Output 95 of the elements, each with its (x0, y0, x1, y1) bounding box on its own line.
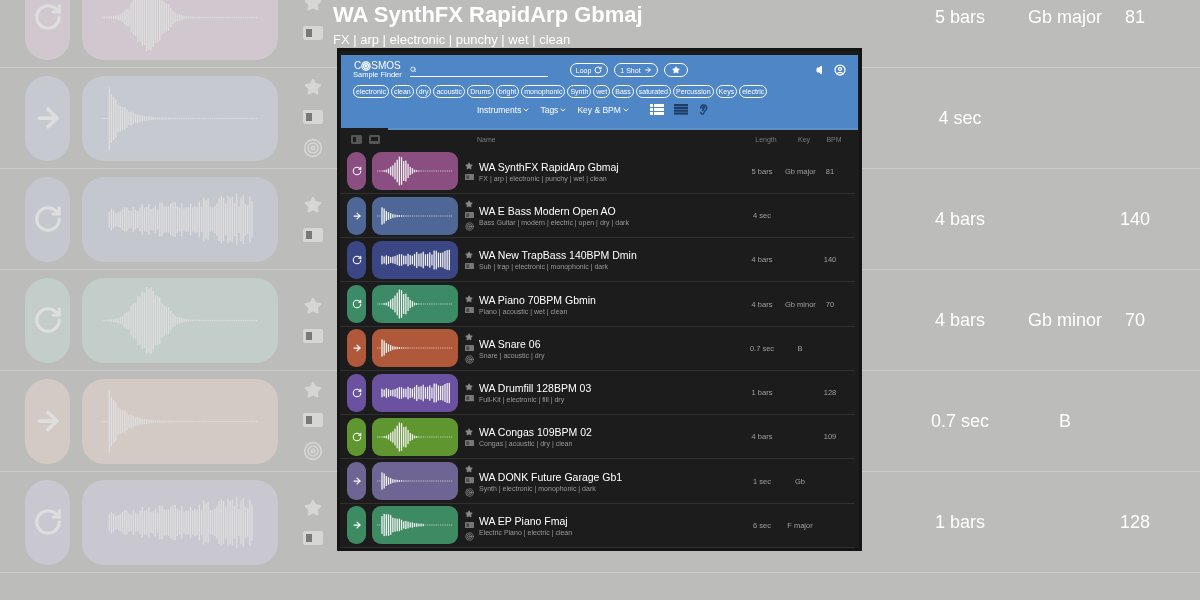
sample-name: WA New TrapBass 140BPM Dmin (479, 249, 638, 262)
loop-icon (351, 387, 362, 398)
card-icon (302, 413, 323, 427)
card-icon (302, 531, 323, 545)
star-icon (303, 0, 322, 12)
length-cell-text: 5 bars (934, 6, 986, 28)
arrow-icon (351, 520, 362, 531)
card-icon (464, 344, 474, 351)
sample-name: WA Snare 06 (479, 337, 542, 350)
star-icon (303, 297, 322, 315)
play-button[interactable] (347, 196, 366, 235)
star-icon (671, 66, 680, 74)
logo-text: SMOS (371, 61, 401, 71)
play-button[interactable] (347, 240, 366, 279)
star-icon (303, 381, 322, 399)
star-icon[interactable] (465, 427, 473, 436)
list-view-icon[interactable] (649, 104, 664, 115)
star-icon[interactable] (465, 383, 473, 392)
length-cell-text: 4 bars (934, 309, 986, 331)
filter-dropdown[interactable]: Instruments (477, 104, 531, 115)
card-icon (464, 262, 474, 269)
length-cell-text: 1 bars (934, 511, 986, 533)
arrow-icon (351, 476, 362, 487)
ear-icon[interactable] (697, 104, 709, 115)
loop-icon (594, 66, 603, 74)
arrow-icon (351, 210, 362, 221)
card-icon (464, 521, 474, 528)
play-button[interactable] (347, 373, 366, 412)
sample-name: WA Piano 70BPM Gbmin (479, 293, 597, 306)
card-icon (302, 110, 323, 124)
target-icon[interactable] (464, 222, 474, 232)
length-cell-text: 4 sec (937, 107, 983, 129)
star-icon[interactable] (465, 332, 473, 341)
card-icon (464, 477, 474, 484)
sample-tags: FX | arp | electronic | punchy | wet | clean (333, 31, 905, 47)
key-cell-text: B (1058, 410, 1072, 432)
filter-dropdown[interactable]: Tags (540, 104, 568, 115)
search-icon (409, 66, 417, 73)
sample-name: WA E Bass Modern Open AO (479, 205, 617, 217)
length-cell-text: 4 bars (934, 208, 986, 230)
target-icon (302, 138, 323, 158)
loop-icon (351, 299, 362, 310)
compact-view-icon[interactable] (673, 104, 688, 115)
card-icon (302, 329, 323, 343)
star-icon (303, 499, 322, 517)
play-button[interactable] (347, 462, 366, 501)
card-icon (464, 439, 474, 446)
loop-icon (351, 431, 362, 442)
target-icon[interactable] (464, 532, 474, 541)
bpm-cell-text: 140 (1118, 208, 1151, 230)
loop-icon (32, 305, 63, 335)
play-button[interactable] (347, 285, 366, 324)
key-cell-text: Gb major (1027, 6, 1103, 28)
star-icon[interactable] (465, 250, 473, 259)
star-icon[interactable] (465, 199, 473, 208)
logo-text: C (354, 61, 362, 71)
loop-icon (351, 254, 362, 265)
filter-dropdown[interactable]: Key & BPM (577, 104, 630, 115)
play-button[interactable] (347, 417, 366, 456)
card-icon (302, 228, 323, 242)
bpm-cell-text: 70 (1124, 309, 1146, 331)
card-icon (302, 26, 323, 40)
sample-name: WA Congas 109BPM 02 (479, 426, 593, 439)
target-icon[interactable] (464, 354, 474, 364)
star-icon[interactable] (465, 294, 473, 303)
arrow-icon (351, 343, 362, 354)
sample-name: WA SynthFX RapidArp Gbmaj (479, 160, 620, 173)
length-cell-text: 0.7 sec (929, 410, 990, 432)
key-cell-text: Gb minor (1027, 309, 1103, 331)
arrow-icon (643, 66, 652, 74)
bpm-cell-text: 128 (1118, 511, 1151, 533)
bpm-cell-text: 81 (1124, 6, 1146, 28)
star-icon[interactable] (465, 162, 473, 171)
star-icon (303, 78, 322, 96)
user-icon[interactable] (834, 64, 846, 76)
play-button[interactable] (347, 506, 366, 545)
sample-name: WA DONK Future Garage Gb1 (479, 470, 624, 483)
search-field[interactable] (409, 63, 548, 77)
star-icon (303, 196, 322, 214)
card-icon (464, 306, 474, 314)
sample-name: WA EP Piano Fmaj (479, 514, 569, 527)
play-button[interactable] (347, 329, 366, 368)
star-icon[interactable] (465, 465, 473, 474)
card-icon (464, 395, 474, 402)
sample-name: WA Drumfill 128BPM 03 (479, 382, 593, 395)
card-icon (464, 211, 474, 219)
target-icon[interactable] (464, 487, 474, 497)
star-icon[interactable] (465, 509, 473, 518)
loop-icon (32, 204, 63, 234)
target-icon (302, 441, 323, 461)
loop-icon (351, 166, 362, 177)
card-icon (464, 174, 474, 181)
sample-name: WA SynthFX RapidArp Gbmaj (333, 1, 644, 28)
play-button[interactable] (347, 152, 366, 191)
target-icon (361, 61, 372, 71)
